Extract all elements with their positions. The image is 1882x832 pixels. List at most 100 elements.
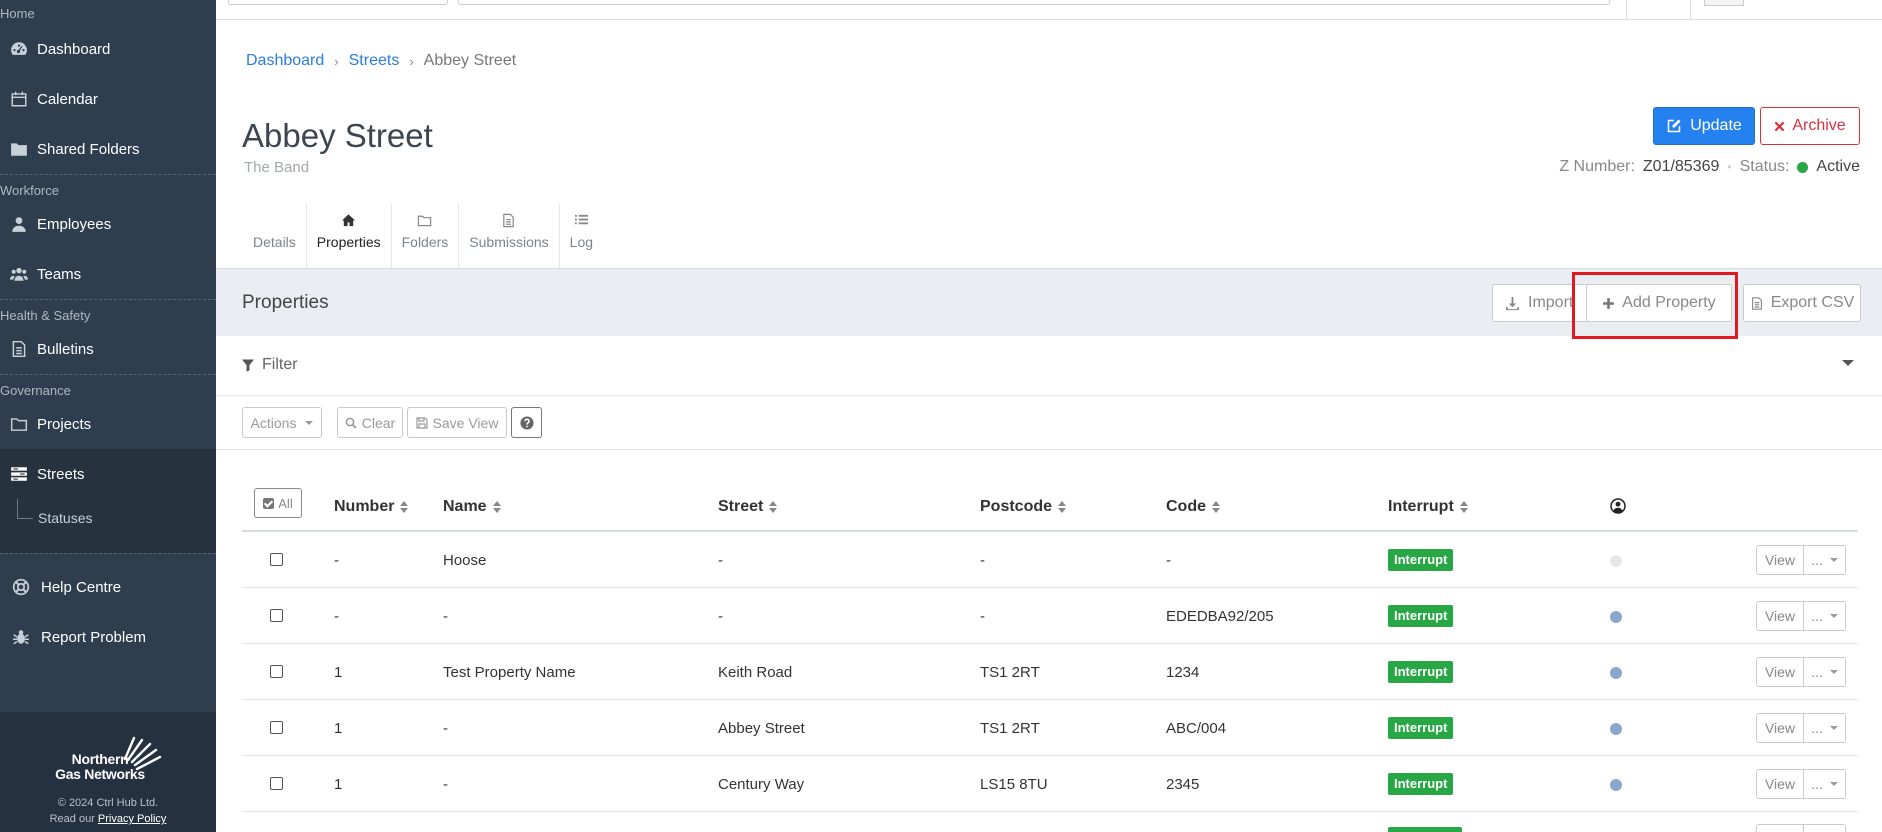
lifebuoy-icon [12,578,30,596]
view-button[interactable]: View [1756,657,1804,687]
cell-name: - [443,608,448,625]
sidebar-spacer [0,537,216,553]
view-button[interactable]: View [1756,713,1804,743]
row-checkbox[interactable] [270,777,283,790]
table-row: - Hoose - - - Interrupt View ... [242,532,1858,588]
more-actions-button[interactable]: ... [1803,769,1846,799]
sidebar-item-report-problem[interactable]: Report Problem [0,612,216,662]
tab-log[interactable]: Log [560,204,603,270]
tab-folders[interactable]: Folders [392,204,460,270]
column-header-name[interactable]: Name [443,498,501,516]
folder-icon [10,415,28,433]
table-header: All Number Name Street Postcode Code Int… [242,480,1858,532]
breadcrumb-streets[interactable]: Streets [349,52,400,70]
column-header-code[interactable]: Code [1166,498,1220,516]
update-button-label: Update [1690,117,1742,134]
column-label: Number [334,498,395,515]
save-view-label: Save View [432,414,499,431]
table-row-partial [242,812,1858,832]
view-button-partial[interactable] [1756,824,1804,832]
chevron-right-icon: › [409,53,414,69]
top-user-button[interactable] [1704,0,1744,6]
update-button[interactable]: Update [1653,107,1755,145]
caret-down-icon[interactable] [1842,360,1854,366]
cell-street: Abbey Street [718,720,805,737]
view-button[interactable]: View [1756,601,1804,631]
row-checkbox[interactable] [270,609,283,622]
more-actions-button[interactable]: ... [1803,657,1846,687]
user-icon [10,215,28,233]
export-csv-button[interactable]: Export CSV [1743,284,1861,322]
caret-down-icon [1829,558,1838,562]
sidebar-item-shared-folders[interactable]: Shared Folders [0,124,216,174]
column-header-postcode[interactable]: Postcode [980,498,1067,516]
view-button[interactable]: View [1756,769,1804,799]
tab-label: Log [569,234,594,250]
row-checkbox[interactable] [270,553,283,566]
filter-icon [242,359,254,371]
document-icon [1751,296,1762,310]
top-search-input[interactable] [458,0,1610,5]
more-actions-button-partial[interactable] [1803,824,1846,832]
save-icon [415,416,428,429]
sidebar-item-streets[interactable]: Streets [0,449,216,499]
column-header-number[interactable]: Number [334,498,409,516]
interrupt-badge: Interrupt [1388,773,1454,795]
cell-name: - [443,720,448,737]
more-label: ... [1811,552,1823,568]
sidebar-item-bulletins[interactable]: Bulletins [0,324,216,374]
top-divider [1690,0,1691,19]
archive-button[interactable]: Archive [1760,107,1860,145]
sidebar-item-label: Streets [37,465,85,483]
column-label: Interrupt [1388,498,1454,515]
close-icon [1774,121,1785,131]
column-header-street[interactable]: Street [718,498,778,516]
row-checkbox[interactable] [270,721,283,734]
sort-icon [492,501,501,513]
sidebar-item-calendar[interactable]: Calendar [0,74,216,124]
clear-button[interactable]: Clear [337,407,403,438]
filter-row[interactable]: Filter [216,336,1882,396]
page-title: Abbey Street [242,117,433,154]
meta-separator: • [1727,160,1732,174]
sidebar-item-help-centre[interactable]: Help Centre [0,562,216,612]
calendar-icon [10,90,28,108]
more-actions-button[interactable]: ... [1803,545,1846,575]
streets-icon [10,465,28,483]
cell-postcode: TS1 2RT [980,664,1040,681]
sort-icon [1212,501,1220,513]
privacy-policy-link[interactable]: Privacy Policy [98,813,166,825]
interrupt-badge-partial [1388,827,1462,832]
tab-details[interactable]: Details [243,204,307,270]
column-header-interrupt[interactable]: Interrupt [1388,498,1468,516]
sidebar-item-label: Statuses [38,510,93,526]
help-button[interactable] [511,407,542,438]
more-actions-button[interactable]: ... [1803,601,1846,631]
home-icon [341,204,356,234]
more-actions-button[interactable]: ... [1803,713,1846,743]
tab-properties[interactable]: Properties [306,204,392,272]
export-csv-label: Export CSV [1770,294,1855,311]
sidebar-item-dashboard[interactable]: Dashboard [0,24,216,74]
logo-text: Northern Gas Networks [52,752,148,782]
view-button[interactable]: View [1756,545,1804,575]
filter-toggle[interactable]: Filter [242,356,298,374]
tab-submissions[interactable]: Submissions [459,204,560,270]
sidebar-divider [0,553,216,554]
save-view-button[interactable]: Save View [407,407,507,438]
breadcrumb-dashboard[interactable]: Dashboard [246,52,324,70]
cell-name: Test Property Name [443,664,576,681]
document-icon [501,204,516,234]
cell-postcode: TS1 2RT [980,720,1040,737]
actions-dropdown[interactable]: Actions [242,407,322,438]
interrupt-badge: Interrupt [1388,717,1454,739]
sidebar-subitem-statuses[interactable]: Statuses [0,499,216,537]
document-icon [10,340,28,358]
top-select[interactable] [228,0,448,5]
sidebar-item-projects[interactable]: Projects [0,399,216,449]
sidebar-item-teams[interactable]: Teams [0,249,216,299]
cell-postcode: - [980,608,985,625]
row-checkbox[interactable] [270,665,283,678]
select-all-button[interactable]: All [254,488,302,518]
sidebar-item-employees[interactable]: Employees [0,199,216,249]
